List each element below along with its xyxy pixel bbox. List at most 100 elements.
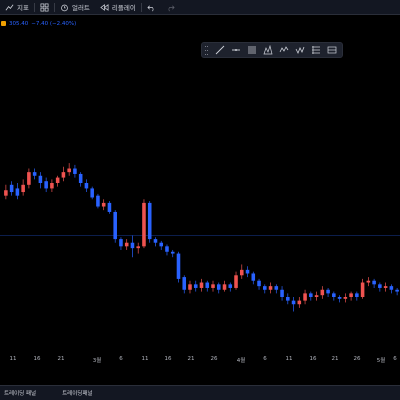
candle-body <box>101 202 106 207</box>
candle-body <box>251 273 256 281</box>
x-axis-tick-label: 6 <box>119 356 123 362</box>
candle <box>360 278 365 299</box>
candle <box>274 284 279 294</box>
drag-handle-icon[interactable] <box>205 45 209 55</box>
candle <box>280 286 284 301</box>
layouts-button[interactable] <box>35 0 54 15</box>
candle <box>228 282 233 292</box>
path-icon[interactable] <box>292 43 307 57</box>
x-axis-tick-label: 4월 <box>236 358 246 364</box>
candle-body <box>32 172 37 176</box>
indicators-button[interactable]: 지표 <box>0 0 34 15</box>
candle-body <box>182 277 187 290</box>
candle <box>355 291 359 301</box>
undo-icon <box>147 4 154 11</box>
candle <box>9 181 14 196</box>
candle <box>314 291 319 301</box>
candle-body <box>205 282 210 288</box>
undo-button[interactable] <box>142 0 161 15</box>
candle-body <box>55 177 60 183</box>
candle <box>113 210 117 243</box>
horizontal-line-icon[interactable] <box>228 43 243 57</box>
candle-body <box>309 293 313 297</box>
candle <box>320 286 325 299</box>
candle-body <box>320 289 325 296</box>
candle-body <box>383 286 388 288</box>
candle <box>216 282 221 294</box>
regression-icon[interactable] <box>324 43 339 57</box>
candle <box>303 289 307 305</box>
candle <box>268 282 273 294</box>
candle-body <box>15 188 20 196</box>
parallel-channel-icon[interactable] <box>308 43 323 57</box>
grid-icon <box>40 3 49 11</box>
candle <box>291 297 296 312</box>
alarm-clock-icon <box>61 4 68 11</box>
candle-body <box>61 172 66 178</box>
candle <box>119 237 123 250</box>
candle-body <box>147 202 152 240</box>
replay-label: 리플레이 <box>111 4 136 12</box>
candle <box>211 280 215 292</box>
indicators-label: 지표 <box>17 4 29 12</box>
candle-body <box>349 293 353 297</box>
trading-panel-tab[interactable]: 트레이딩 패널 <box>0 386 40 400</box>
candle-body <box>73 168 77 174</box>
replay-button[interactable]: 리플레이 <box>95 0 141 15</box>
candle <box>84 179 89 193</box>
x-axis-tick-label: 21 <box>331 356 339 362</box>
candle <box>165 244 169 256</box>
candle <box>55 175 60 187</box>
fib-retracement-icon[interactable] <box>244 43 259 57</box>
candle <box>50 179 54 193</box>
candle <box>222 280 227 292</box>
candle-body <box>153 239 158 243</box>
x-axis-tick-label: 26 <box>353 356 361 362</box>
candle-body <box>297 300 302 305</box>
candle-body <box>67 168 71 173</box>
candle <box>170 249 175 258</box>
candle <box>176 251 181 283</box>
redo-button[interactable] <box>161 0 180 15</box>
candle <box>153 237 158 247</box>
candle <box>38 172 43 189</box>
alert-button[interactable]: 얼러트 <box>55 0 95 15</box>
candle-body <box>389 286 394 290</box>
candle <box>383 282 388 292</box>
candle-body <box>326 289 330 294</box>
candle <box>199 278 204 292</box>
candle <box>159 240 164 250</box>
trading-panel-tab-2[interactable]: 트레이딩패널 <box>58 386 96 400</box>
candle-body <box>193 284 198 288</box>
candle-body <box>355 293 359 297</box>
bottom-panel-bar: 트레이딩 패널 트레이딩패널 <box>0 385 400 400</box>
x-axis-tick-label: 6 <box>393 356 397 362</box>
candle-body <box>245 269 250 274</box>
candle <box>96 193 100 209</box>
candle-body <box>4 190 8 196</box>
candlestick-chart[interactable] <box>0 15 400 385</box>
candle-body <box>395 289 399 292</box>
candle-body <box>170 251 175 254</box>
trend-line-icon[interactable] <box>212 43 227 57</box>
candle-body <box>314 295 319 297</box>
candle-body <box>159 242 164 247</box>
drawing-toolbar <box>201 42 343 58</box>
candle <box>326 287 330 297</box>
candle <box>107 201 112 214</box>
candle-body <box>188 284 192 290</box>
candle <box>147 201 152 243</box>
candle-body <box>27 172 31 185</box>
candle <box>309 291 313 301</box>
candle-body <box>337 297 342 299</box>
x-axis: 11 16 21 3월 6 11 16 21 26 4월 6 11 16 21 26 5월 6 <box>0 352 400 366</box>
candle <box>193 280 198 292</box>
pattern-icon[interactable] <box>260 43 275 57</box>
candle <box>130 235 135 258</box>
elliott-wave-icon[interactable] <box>276 43 291 57</box>
candle-body <box>130 242 135 249</box>
candle <box>136 242 140 254</box>
candle-body <box>366 280 371 283</box>
candle-body <box>44 181 48 189</box>
candle <box>44 177 48 193</box>
